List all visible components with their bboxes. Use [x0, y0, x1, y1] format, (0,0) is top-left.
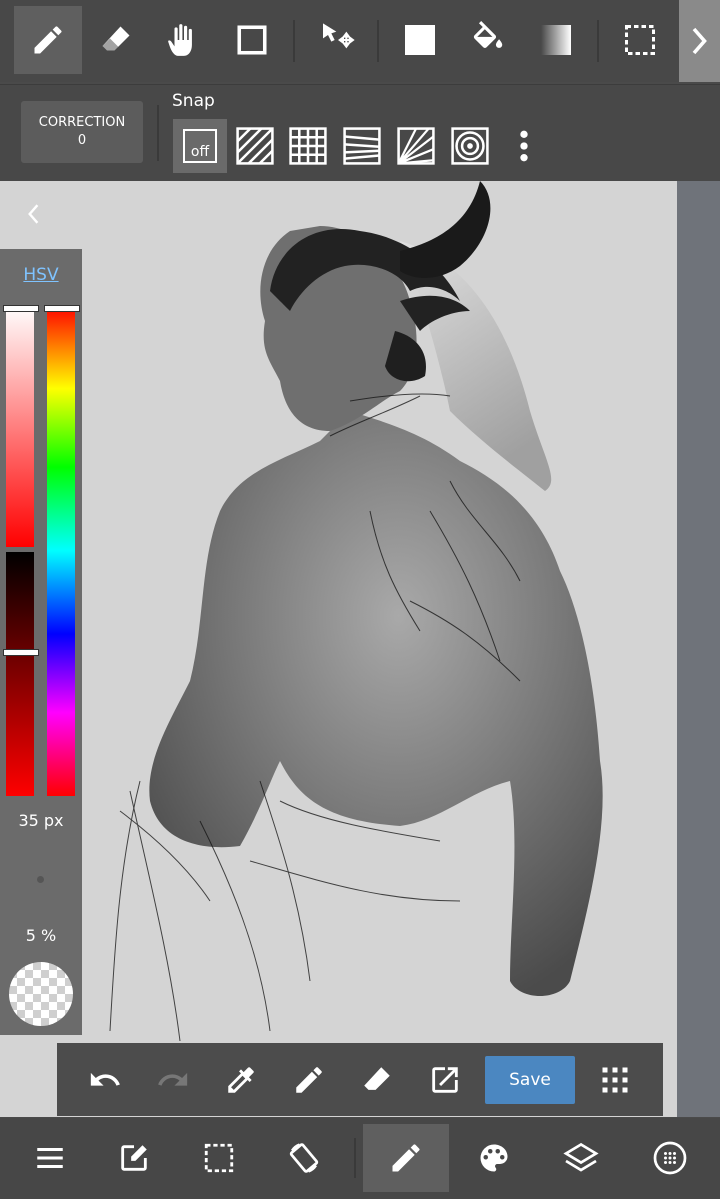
color-mode-toggle[interactable]: HSV: [0, 265, 82, 285]
snap-bar: CORRECTION 0 Snap off: [0, 84, 720, 181]
eraser-icon: [364, 1066, 390, 1090]
snap-parallel-button[interactable]: [228, 119, 282, 173]
saturation-handle[interactable]: [3, 305, 39, 312]
correction-button[interactable]: CORRECTION 0: [21, 101, 143, 163]
hue-handle[interactable]: [44, 305, 80, 312]
snap-grid-button[interactable]: [281, 119, 335, 173]
hand-icon: [168, 24, 192, 56]
drawing-canvas[interactable]: [0, 181, 720, 1117]
top-toolbar: [0, 0, 720, 82]
edit-icon: [121, 1145, 147, 1171]
snap-off-icon: off: [183, 129, 217, 163]
correction-value: 0: [77, 133, 87, 148]
snap-perspective-button[interactable]: [335, 119, 389, 173]
pen-tool-button[interactable]: [14, 6, 82, 74]
snap-divider: [157, 105, 159, 161]
brush-nav-button[interactable]: [363, 1124, 449, 1192]
redo-button[interactable]: [139, 1043, 207, 1116]
value-handle[interactable]: [3, 649, 39, 656]
value-slider[interactable]: [6, 552, 34, 796]
eyedropper-icon: [228, 1066, 254, 1093]
gradient-tool-button[interactable]: [522, 6, 590, 74]
artwork: [109, 181, 603, 1042]
rotate-canvas-button[interactable]: [261, 1124, 347, 1192]
eyedropper-button[interactable]: [207, 1043, 275, 1116]
gradient-icon: [541, 25, 571, 55]
fill-square-icon: [405, 25, 435, 55]
pen-shortcut-button[interactable]: [275, 1043, 343, 1116]
redo-icon: [158, 1072, 188, 1086]
material-button[interactable]: [627, 1124, 713, 1192]
move-selection-icon: [323, 23, 355, 49]
snap-circle-icon: [451, 127, 489, 165]
brush-icon: [392, 1144, 420, 1172]
selection-icon: [204, 1143, 234, 1173]
hand-tool-button[interactable]: [150, 6, 218, 74]
bucket-tool-button[interactable]: [454, 6, 522, 74]
snap-radial-icon: [397, 127, 435, 165]
toolbar-divider: [293, 20, 295, 62]
apps-button[interactable]: [581, 1043, 649, 1116]
brush-size-label[interactable]: 35 px: [0, 811, 82, 830]
palette-icon: [480, 1144, 508, 1172]
eraser-icon: [102, 26, 130, 52]
eraser-shortcut-button[interactable]: [343, 1043, 411, 1116]
apps-icon: [602, 1067, 628, 1092]
current-color-swatch[interactable]: [9, 962, 73, 1026]
selection-icon: [625, 25, 655, 55]
snap-parallel-icon: [236, 127, 274, 165]
bottom-nav: [0, 1118, 720, 1199]
snap-grid-icon: [289, 127, 327, 165]
opacity-label[interactable]: 5 %: [0, 926, 82, 945]
snap-perspective-icon: [343, 127, 381, 165]
fill-color-button[interactable]: [386, 6, 454, 74]
export-icon: [432, 1066, 458, 1093]
snap-radial-button[interactable]: [389, 119, 443, 173]
saturation-slider[interactable]: [6, 305, 34, 547]
rotate-icon: [289, 1143, 319, 1173]
selection-tool-button[interactable]: [606, 6, 674, 74]
more-tools-button[interactable]: [679, 0, 720, 82]
hue-slider[interactable]: [47, 305, 75, 796]
menu-button[interactable]: [7, 1124, 93, 1192]
snap-off-button[interactable]: off: [173, 119, 227, 173]
snap-label: Snap: [172, 91, 215, 111]
chevron-right-icon: [692, 27, 707, 55]
save-button[interactable]: Save: [485, 1056, 575, 1104]
palette-button[interactable]: [451, 1124, 537, 1192]
undo-button[interactable]: [71, 1043, 139, 1116]
export-button[interactable]: [411, 1043, 479, 1116]
square-outline-icon: [237, 25, 267, 55]
undo-icon: [90, 1072, 120, 1086]
edit-button[interactable]: [91, 1124, 177, 1192]
snap-circle-button[interactable]: [443, 119, 497, 173]
layers-icon: [563, 1142, 599, 1172]
pen-icon: [34, 26, 62, 54]
snap-more-button[interactable]: [497, 119, 551, 173]
material-icon: [653, 1141, 687, 1175]
correction-label: CORRECTION: [38, 115, 126, 130]
pen-icon: [296, 1066, 322, 1093]
more-vertical-icon: [520, 130, 528, 162]
layers-button[interactable]: [538, 1124, 624, 1192]
toolbar-divider: [597, 20, 599, 62]
nav-divider: [354, 1138, 356, 1178]
color-panel: HSV 35 px 5 %: [0, 249, 82, 1035]
toolbar-divider: [377, 20, 379, 62]
shape-tool-button[interactable]: [218, 6, 286, 74]
menu-icon: [37, 1147, 63, 1169]
brush-size-preview: [37, 876, 44, 883]
action-bar: Save: [57, 1043, 663, 1116]
selection-button[interactable]: [176, 1124, 262, 1192]
bucket-icon: [473, 21, 503, 48]
canvas-right-edge: [677, 181, 720, 1117]
move-tool-button[interactable]: [304, 6, 372, 74]
eraser-tool-button[interactable]: [82, 6, 150, 74]
snap-off-text: off: [190, 144, 210, 160]
